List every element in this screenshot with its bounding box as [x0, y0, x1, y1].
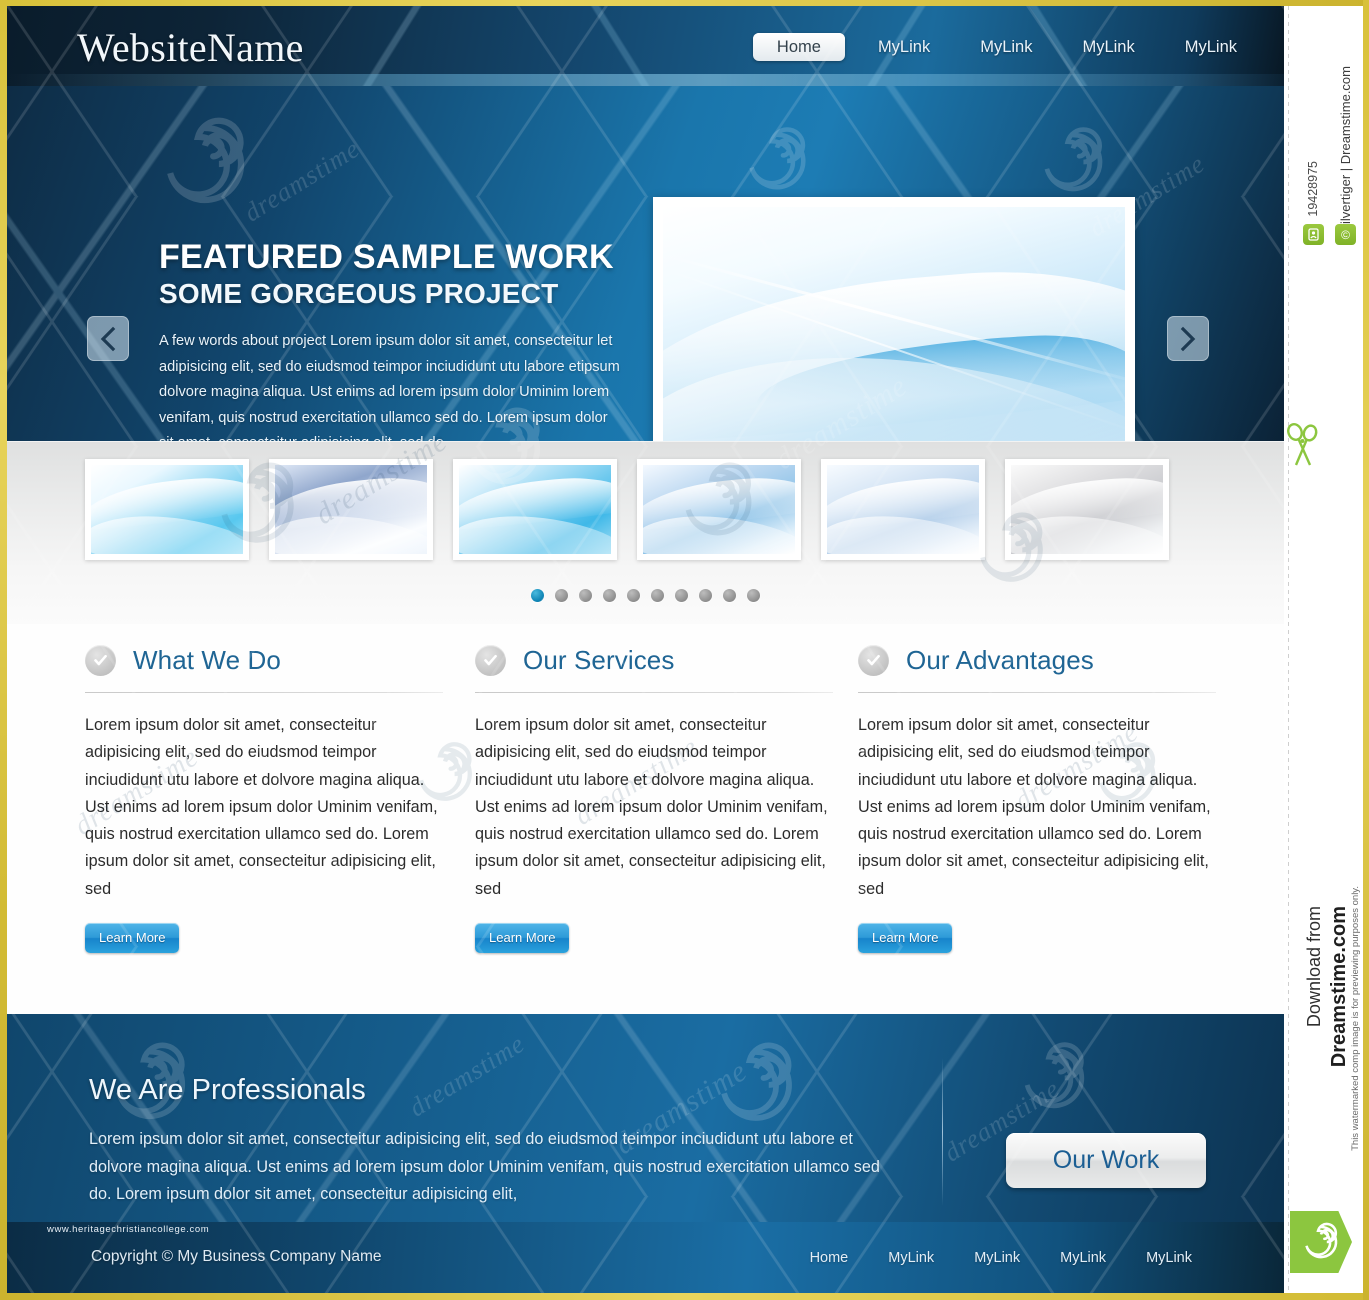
footer-nav-mylink-3[interactable]: MyLink: [1040, 1250, 1126, 1266]
site-logo[interactable]: WebsiteName: [77, 24, 304, 71]
column-header: Our Services: [475, 624, 833, 686]
thumbnail-item[interactable]: [453, 459, 617, 560]
footer-nav-home[interactable]: Home: [790, 1250, 869, 1266]
frame-border-top: [0, 0, 1369, 6]
thumbnail-item[interactable]: [1005, 459, 1169, 560]
thumbnail-graphic: [827, 465, 979, 554]
copyright-text: Copyright © My Business Company Name: [91, 1248, 382, 1265]
hero-section: FEATURED SAMPLE WORK SOME GORGEOUS PROJE…: [7, 86, 1284, 494]
footer-nav-mylink-1[interactable]: MyLink: [868, 1250, 954, 1266]
carousel-next-button[interactable]: [1167, 316, 1209, 361]
professionals-section: We Are Professionals Lorem ipsum dolor s…: [7, 1014, 1284, 1222]
column-divider: [475, 692, 833, 693]
column-title: Our Advantages: [906, 644, 1094, 675]
nav-item-mylink-1[interactable]: MyLink: [853, 33, 955, 61]
carousel-dot-10[interactable]: [747, 589, 760, 602]
vertical-divider: [942, 1058, 943, 1206]
carousel-pagination-dots: [7, 589, 1284, 602]
carousel-dot-6[interactable]: [651, 589, 664, 602]
thumbnail-graphic: [91, 465, 243, 554]
copyright-badge-icon: ©: [1335, 224, 1356, 245]
check-circle-icon: [858, 644, 889, 676]
check-circle-icon: [85, 644, 116, 676]
thumbnail-item[interactable]: [269, 459, 433, 560]
screenshot-stage: WebsiteName Home MyLink MyLink MyLink My…: [0, 0, 1369, 1300]
nav-item-mylink-2[interactable]: MyLink: [955, 33, 1057, 61]
carousel-dot-7[interactable]: [675, 589, 688, 602]
column-body: Lorem ipsum dolor sit amet, consecteitur…: [85, 716, 438, 898]
column-header: Our Advantages: [858, 624, 1216, 686]
learn-more-button[interactable]: Learn More: [858, 923, 953, 954]
nav-item-mylink-4[interactable]: MyLink: [1160, 33, 1262, 61]
professionals-title: We Are Professionals: [89, 1074, 366, 1106]
column-body: Lorem ipsum dolor sit amet, consecteitur…: [475, 716, 828, 898]
carousel-dot-2[interactable]: [555, 589, 568, 602]
carousel-thumbnail-strip: [7, 441, 1284, 624]
watermark-url: www.heritagechristiancollege.com: [47, 1224, 210, 1235]
column-divider: [858, 692, 1216, 693]
nav-item-home[interactable]: Home: [752, 33, 845, 61]
thumbnail-item[interactable]: [637, 459, 801, 560]
dreamstime-brand-text: Dreamstime.com: [1328, 906, 1350, 1068]
thumbnail-item[interactable]: [821, 459, 985, 560]
thumbnail-item[interactable]: [85, 459, 249, 560]
thumbnail-graphic: [459, 465, 611, 554]
thumbnail-graphic: [1011, 465, 1163, 554]
professionals-body: Lorem ipsum dolor sit amet, consecteitur…: [89, 1130, 880, 1203]
hero-description: A few words about project Lorem ipsum do…: [159, 333, 620, 451]
footer-nav-mylink-4[interactable]: MyLink: [1126, 1250, 1212, 1266]
carousel-dot-5[interactable]: [627, 589, 640, 602]
carousel-dot-3[interactable]: [579, 589, 592, 602]
thumbnail-graphic: [643, 465, 795, 554]
download-from-text: Download from: [1304, 906, 1324, 1028]
author-credit-text: Silvertiger | Dreamstime.com: [1338, 66, 1353, 233]
spiral-logo-icon: [1305, 1222, 1338, 1259]
carousel-dot-1[interactable]: [531, 589, 544, 602]
hero-subtitle: SOME GORGEOUS PROJECT: [159, 278, 559, 309]
license-badge-icon: [1303, 224, 1324, 245]
frame-border-bottom: [0, 1293, 1369, 1300]
wave-deep-band: [754, 329, 1125, 406]
column-our-services: Our Services Lorem ipsum dolor sit amet,…: [475, 624, 833, 954]
website-page: WebsiteName Home MyLink MyLink MyLink My…: [7, 6, 1284, 1294]
carousel-prev-button[interactable]: [87, 316, 129, 361]
primary-navigation: Home MyLink MyLink MyLink MyLink: [752, 33, 1262, 61]
carousel-dot-9[interactable]: [723, 589, 736, 602]
check-circle-icon: [475, 644, 506, 676]
column-title: Our Services: [523, 644, 675, 675]
column-what-we-do: What We Do Lorem ipsum dolor sit amet, c…: [85, 624, 443, 954]
thumbnail-graphic: [275, 465, 427, 554]
chevron-right-icon: [1180, 326, 1196, 351]
our-work-button[interactable]: Our Work: [1006, 1133, 1206, 1188]
hero-title: FEATURED SAMPLE WORK: [159, 238, 614, 276]
learn-more-button[interactable]: Learn More: [475, 923, 570, 954]
watermark-notice-text: This watermarked comp image is for previ…: [1350, 886, 1361, 1151]
footer-nav-mylink-2[interactable]: MyLink: [954, 1250, 1040, 1266]
learn-more-button[interactable]: Learn More: [85, 923, 180, 954]
column-our-advantages: Our Advantages Lorem ipsum dolor sit ame…: [858, 624, 1216, 954]
column-header: What We Do: [85, 624, 443, 686]
site-header: WebsiteName Home MyLink MyLink MyLink My…: [7, 6, 1284, 86]
header-glow: [7, 74, 1284, 86]
frame-border-left: [0, 0, 7, 1300]
dreamstime-sidebar: 19428975 Silvertiger | Dreamstime.com © …: [1284, 6, 1363, 1294]
column-title: What We Do: [133, 644, 281, 675]
column-body: Lorem ipsum dolor sit amet, consecteitur…: [858, 716, 1211, 898]
content-columns: What We Do Lorem ipsum dolor sit amet, c…: [7, 624, 1284, 1014]
chevron-left-icon: [100, 326, 116, 351]
dreamstime-logo: [1290, 1211, 1352, 1273]
image-id-text: 19428975: [1306, 161, 1320, 217]
site-footer: www.heritagechristiancollege.com Copyrig…: [7, 1222, 1284, 1294]
frame-border-right: [1363, 0, 1369, 1300]
scissors-icon: [1287, 422, 1318, 466]
column-divider: [85, 692, 443, 693]
cut-line: [1288, 6, 1289, 1294]
footer-navigation: Home MyLink MyLink MyLink MyLink: [790, 1250, 1212, 1266]
carousel-dot-8[interactable]: [699, 589, 712, 602]
thumbnail-list: [85, 459, 1169, 560]
carousel-dot-4[interactable]: [603, 589, 616, 602]
nav-item-mylink-3[interactable]: MyLink: [1057, 33, 1159, 61]
